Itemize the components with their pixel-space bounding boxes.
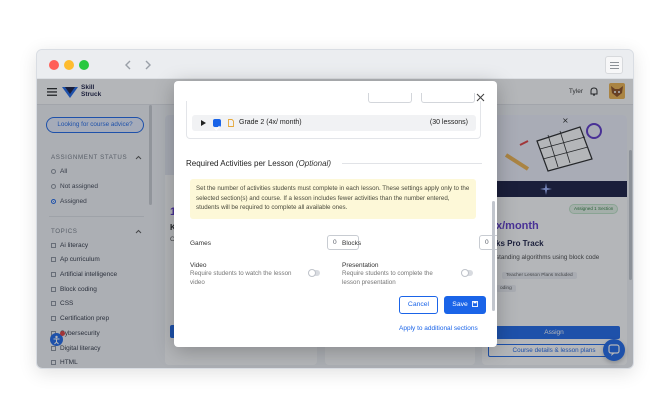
presentation-label: Presentation <box>342 262 379 269</box>
checkmark-icon <box>214 125 220 131</box>
cancel-button[interactable]: Cancel <box>399 296 438 314</box>
modal-scrollbar[interactable] <box>492 201 495 311</box>
window-menu-button[interactable] <box>605 56 623 74</box>
cancel-button-label: Cancel <box>407 301 430 308</box>
info-callout-text: Set the number of activities students mu… <box>196 185 470 212</box>
zoom-window-dot[interactable] <box>79 60 89 70</box>
hamburger-icon <box>610 62 619 63</box>
toggle-knob <box>308 269 316 277</box>
forward-button[interactable] <box>139 56 157 74</box>
apply-additional-sections-link[interactable]: Apply to additional sections <box>399 325 478 332</box>
chevron-right-icon <box>145 60 151 70</box>
section-divider <box>342 163 482 164</box>
grade-checkbox[interactable] <box>213 119 221 131</box>
hamburger-icon-line <box>610 68 619 69</box>
section-title-optional: (Optional) <box>295 159 331 168</box>
presentation-description: Require students to complete the lesson … <box>342 270 433 286</box>
minimize-window-dot[interactable] <box>64 60 74 70</box>
browser-window: Skill Struck Tyler Looking for course ad… <box>36 49 634 369</box>
toggle-knob <box>461 269 469 277</box>
save-button[interactable]: Save <box>444 296 486 314</box>
info-callout: Set the number of activities students mu… <box>190 179 476 219</box>
hamburger-icon-line <box>610 65 619 66</box>
sections-list-box: Grade 2 (4x/ month) (30 lessons) <box>186 101 481 139</box>
save-icon <box>471 300 478 307</box>
video-label: Video <box>190 262 207 269</box>
caret-right-icon[interactable] <box>201 120 206 126</box>
blocks-label: Blocks <box>342 240 362 247</box>
chevron-left-icon <box>125 60 131 70</box>
presentation-toggle[interactable] <box>461 269 473 277</box>
close-window-dot[interactable] <box>49 60 59 70</box>
grade-row[interactable]: Grade 2 (4x/ month) (30 lessons) <box>192 115 476 131</box>
games-label: Games <box>190 240 211 247</box>
file-icon <box>228 119 234 127</box>
grade-row-count: (30 lessons) <box>429 119 468 126</box>
window-titlebar <box>37 50 633 79</box>
video-toggle[interactable] <box>308 269 320 277</box>
back-button[interactable] <box>119 56 137 74</box>
section-title-text: Required Activities per Lesson <box>186 159 294 168</box>
grade-row-label: Grade 2 (4x/ month) <box>239 119 302 126</box>
section-title: Required Activities per Lesson (Optional… <box>186 159 331 168</box>
save-button-label: Save <box>452 301 468 308</box>
assign-settings-modal: Grade 2 (4x/ month) (30 lessons) Require… <box>174 81 497 347</box>
video-description: Require students to watch the lesson vid… <box>190 270 292 286</box>
